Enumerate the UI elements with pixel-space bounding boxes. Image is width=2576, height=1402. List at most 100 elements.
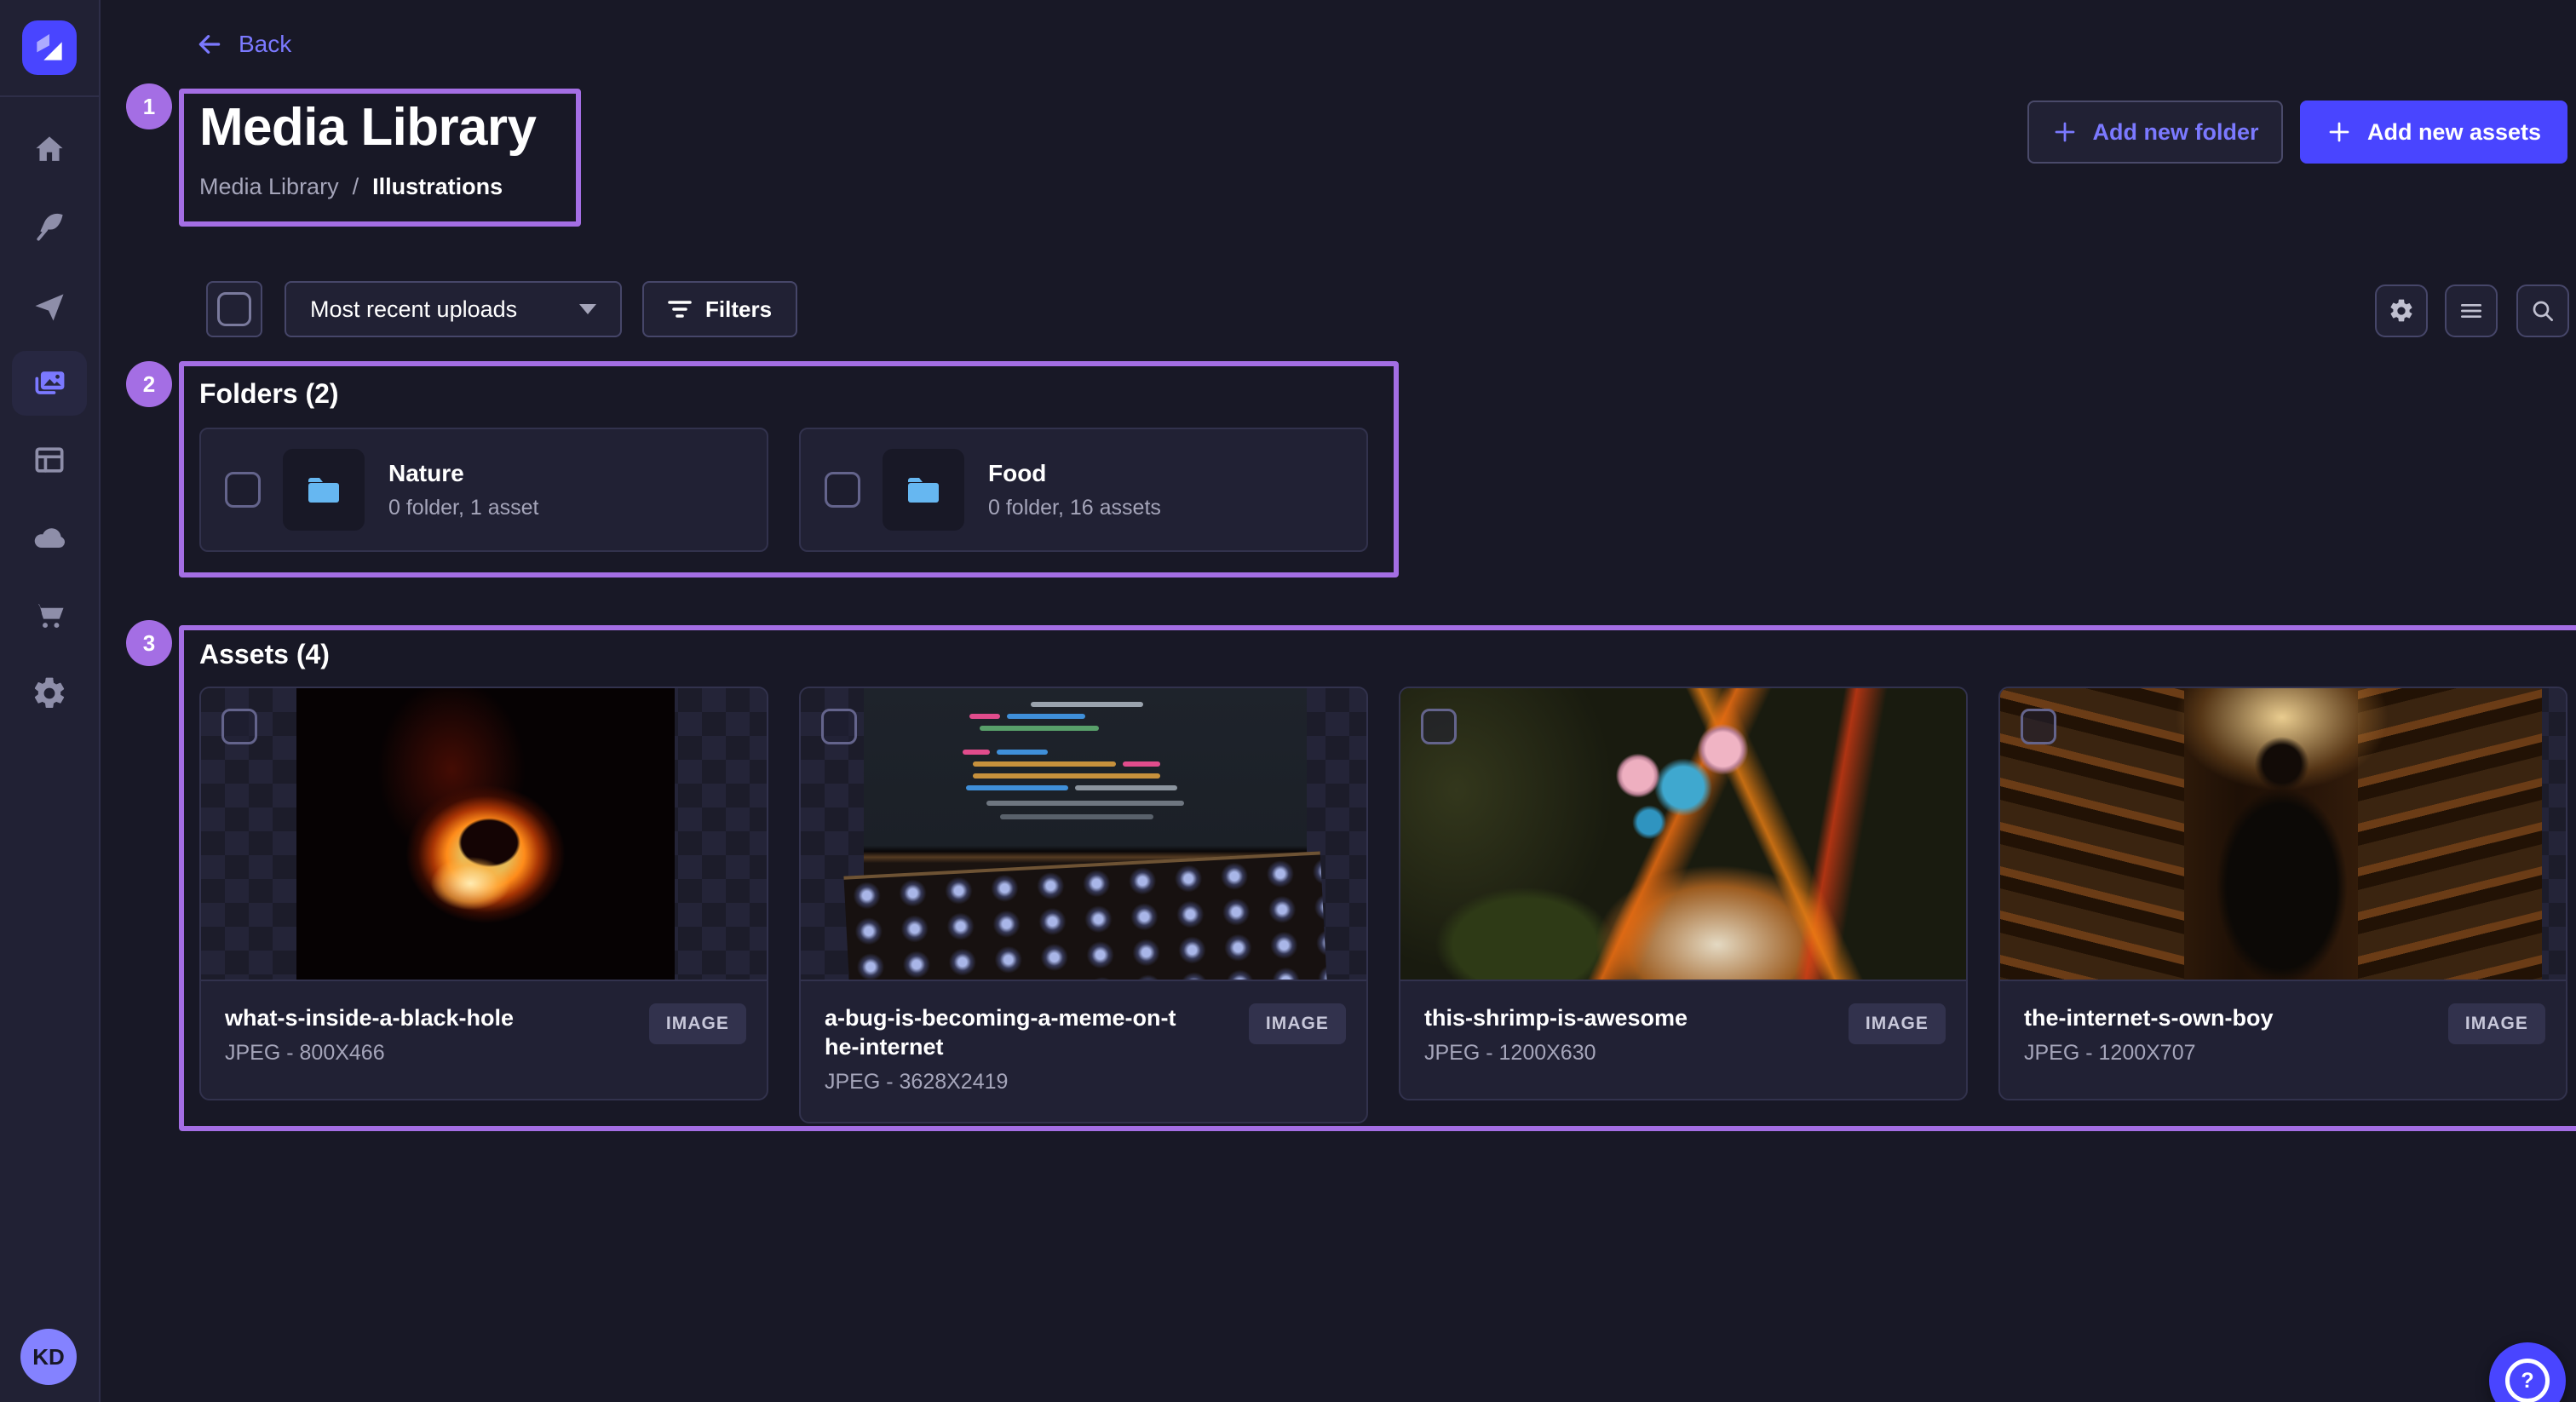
asset-checkbox[interactable]: [2021, 709, 2056, 744]
folder-icon: [303, 469, 344, 510]
search-icon: [2529, 297, 2556, 325]
folder-icon: [903, 469, 944, 510]
back-arrow-icon: [196, 31, 223, 58]
cog-icon: [2388, 297, 2415, 325]
plus-icon: [2326, 119, 2352, 145]
asset-name: this-shrimp-is-awesome: [1424, 1003, 1785, 1032]
filters-label: Filters: [705, 296, 772, 323]
mantis-shrimp-image: [1400, 688, 1966, 980]
home-icon: [31, 131, 68, 169]
folder-info: Food 0 folder, 16 assets: [988, 460, 1161, 520]
sidebar-item-home[interactable]: [12, 118, 87, 182]
asset-checkbox[interactable]: [821, 709, 857, 744]
add-new-assets-label: Add new assets: [2367, 119, 2541, 146]
asset-thumbnail: [201, 688, 767, 980]
chevron-down-icon: [579, 304, 596, 314]
folder-meta: 0 folder, 1 asset: [388, 496, 539, 520]
asset-card[interactable]: the-internet-s-own-boy JPEG - 1200X707 I…: [1998, 687, 2567, 1100]
asset-footer: this-shrimp-is-awesome JPEG - 1200X630 I…: [1400, 980, 1966, 1099]
breadcrumb-current: Illustrations: [372, 174, 503, 200]
asset-name: the-internet-s-own-boy: [2024, 1003, 2385, 1032]
asset-card[interactable]: what-s-inside-a-black-hole JPEG - 800X46…: [199, 687, 768, 1100]
folder-card-nature[interactable]: Nature 0 folder, 1 asset: [199, 428, 768, 552]
folder-checkbox[interactable]: [825, 472, 860, 508]
person-silhouette: [2000, 688, 2542, 980]
list-icon: [2458, 297, 2485, 325]
page-title: Media Library: [199, 97, 536, 158]
keyboard-glow: [843, 851, 1326, 980]
filter-icon: [668, 299, 692, 319]
user-avatar[interactable]: KD: [20, 1329, 77, 1385]
asset-meta: JPEG - 800X466: [225, 1041, 743, 1066]
folder-info: Nature 0 folder, 1 asset: [388, 460, 539, 520]
asset-footer: the-internet-s-own-boy JPEG - 1200X707 I…: [2000, 980, 2566, 1099]
asset-footer: a-bug-is-becoming-a-meme-on-the-internet…: [801, 980, 1366, 1122]
asset-meta: JPEG - 1200X707: [2024, 1041, 2542, 1066]
sidebar-divider: [0, 95, 99, 97]
asset-type-badge: IMAGE: [649, 1003, 746, 1044]
folder-checkbox[interactable]: [225, 472, 261, 508]
feather-content-icon: [31, 208, 68, 245]
grid-settings-button[interactable]: [2375, 284, 2428, 337]
sort-select[interactable]: Most recent uploads: [285, 281, 622, 337]
paper-plane-icon: [31, 288, 68, 325]
strapi-logo-icon: [22, 20, 77, 75]
add-new-folder-button[interactable]: Add new folder: [2027, 101, 2283, 164]
breadcrumb-parent[interactable]: Media Library: [199, 174, 339, 200]
asset-card[interactable]: a-bug-is-becoming-a-meme-on-the-internet…: [799, 687, 1368, 1123]
help-button[interactable]: ?: [2489, 1342, 2566, 1402]
plus-icon: [2052, 119, 2078, 145]
asset-type-badge: IMAGE: [1249, 1003, 1346, 1044]
list-view-button[interactable]: [2445, 284, 2498, 337]
asset-type-badge: IMAGE: [1849, 1003, 1946, 1044]
annotation-badge-1: 1: [126, 83, 172, 129]
folder-meta: 0 folder, 16 assets: [988, 496, 1161, 520]
asset-thumbnail: [2000, 688, 2566, 980]
folders-heading: Folders (2): [199, 378, 339, 410]
asset-meta: JPEG - 3628X2419: [825, 1070, 1343, 1095]
gear-settings-icon: [31, 675, 68, 712]
sidebar: KD: [0, 0, 101, 1402]
sidebar-item-content-type-builder[interactable]: [12, 428, 87, 492]
folder-card-food[interactable]: Food 0 folder, 16 assets: [799, 428, 1368, 552]
sidebar-item-content-manager[interactable]: [12, 194, 87, 259]
asset-thumbnail: [801, 688, 1366, 980]
folder-tile: [883, 449, 964, 531]
asset-footer: what-s-inside-a-black-hole JPEG - 800X46…: [201, 980, 767, 1099]
asset-name: what-s-inside-a-black-hole: [225, 1003, 586, 1032]
sidebar-item-marketplace[interactable]: [12, 583, 87, 647]
sidebar-item-settings[interactable]: [12, 661, 87, 726]
assets-heading: Assets (4): [199, 639, 330, 670]
folder-name: Nature: [388, 460, 539, 487]
media-library-icon: [31, 365, 68, 402]
cloud-icon: [31, 520, 68, 557]
strapi-logo[interactable]: [22, 20, 77, 75]
filters-button[interactable]: Filters: [642, 281, 797, 337]
asset-type-badge: IMAGE: [2448, 1003, 2545, 1044]
add-new-assets-button[interactable]: Add new assets: [2300, 101, 2567, 164]
annotation-badge-3: 3: [126, 620, 172, 666]
add-new-folder-label: Add new folder: [2093, 119, 2259, 146]
app-window: KD Back Media Library Media Library / Il…: [0, 0, 2576, 1402]
asset-checkbox[interactable]: [221, 709, 257, 744]
question-mark-icon: ?: [2505, 1359, 2550, 1402]
sidebar-item-releases[interactable]: [12, 274, 87, 339]
checkbox-box: [217, 292, 251, 326]
sort-select-value: Most recent uploads: [310, 296, 579, 323]
layout-builder-icon: [31, 441, 68, 479]
sidebar-item-deploy[interactable]: [12, 506, 87, 571]
select-all-checkbox[interactable]: [206, 281, 262, 337]
breadcrumb-separator: /: [353, 174, 359, 200]
asset-name: a-bug-is-becoming-a-meme-on-the-internet: [825, 1003, 1186, 1061]
folder-name: Food: [988, 460, 1161, 487]
black-hole-image: [296, 688, 675, 980]
asset-meta: JPEG - 1200X630: [1424, 1041, 1942, 1066]
back-link[interactable]: Back: [196, 31, 291, 58]
back-label: Back: [239, 31, 291, 58]
code-laptop-image: [864, 688, 1307, 980]
asset-checkbox[interactable]: [1421, 709, 1457, 744]
sidebar-item-media-library[interactable]: [12, 351, 87, 416]
asset-thumbnail: [1400, 688, 1966, 980]
asset-card[interactable]: this-shrimp-is-awesome JPEG - 1200X630 I…: [1399, 687, 1968, 1100]
search-button[interactable]: [2516, 284, 2569, 337]
